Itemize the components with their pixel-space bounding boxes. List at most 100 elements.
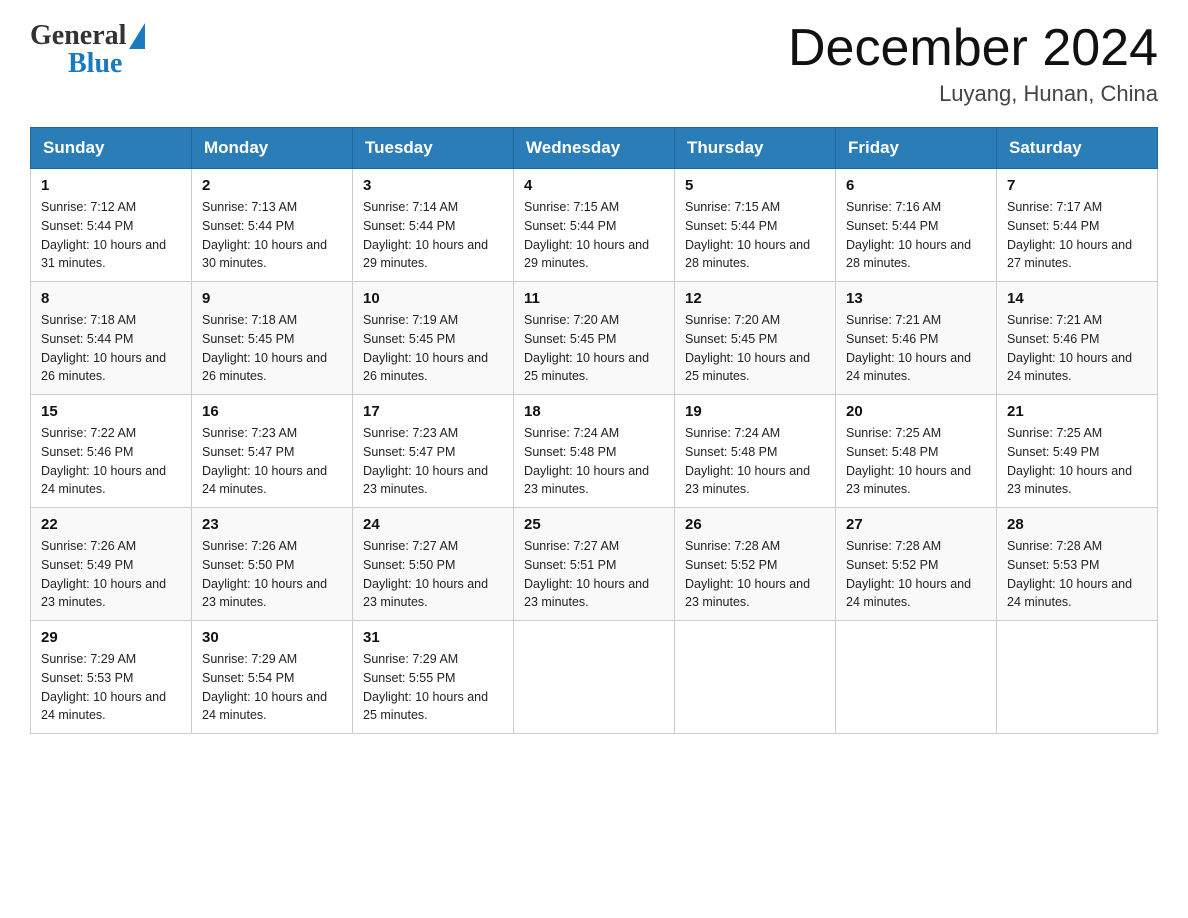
header-monday: Monday: [192, 128, 353, 169]
day-number: 3: [363, 177, 503, 194]
day-info: Sunrise: 7:13 AMSunset: 5:44 PMDaylight:…: [202, 198, 342, 273]
day-number: 5: [685, 177, 825, 194]
day-number: 23: [202, 516, 342, 533]
day-number: 25: [524, 516, 664, 533]
day-number: 7: [1007, 177, 1147, 194]
day-info: Sunrise: 7:28 AMSunset: 5:53 PMDaylight:…: [1007, 537, 1147, 612]
day-info: Sunrise: 7:25 AMSunset: 5:49 PMDaylight:…: [1007, 424, 1147, 499]
calendar-cell: 1 Sunrise: 7:12 AMSunset: 5:44 PMDaylight…: [31, 169, 192, 282]
calendar-cell: 9 Sunrise: 7:18 AMSunset: 5:45 PMDaylight…: [192, 282, 353, 395]
header-saturday: Saturday: [997, 128, 1158, 169]
day-number: 29: [41, 629, 181, 646]
day-info: Sunrise: 7:29 AMSunset: 5:54 PMDaylight:…: [202, 650, 342, 725]
day-info: Sunrise: 7:27 AMSunset: 5:50 PMDaylight:…: [363, 537, 503, 612]
calendar-cell: 20Sunrise: 7:25 AMSunset: 5:48 PMDayligh…: [836, 395, 997, 508]
day-number: 12: [685, 290, 825, 307]
day-number: 18: [524, 403, 664, 420]
day-number: 17: [363, 403, 503, 420]
day-number: 21: [1007, 403, 1147, 420]
week-row-2: 8 Sunrise: 7:18 AMSunset: 5:44 PMDaylight…: [31, 282, 1158, 395]
header-tuesday: Tuesday: [353, 128, 514, 169]
calendar-cell: 3 Sunrise: 7:14 AMSunset: 5:44 PMDaylight…: [353, 169, 514, 282]
day-info: Sunrise: 7:29 AMSunset: 5:53 PMDaylight:…: [41, 650, 181, 725]
week-row-4: 22 Sunrise: 7:26 AMSunset: 5:49 PMDayligh…: [31, 508, 1158, 621]
day-number: 16: [202, 403, 342, 420]
day-number: 8: [41, 290, 181, 307]
calendar-cell: 21 Sunrise: 7:25 AMSunset: 5:49 PMDayligh…: [997, 395, 1158, 508]
calendar-cell: 11Sunrise: 7:20 AMSunset: 5:45 PMDayligh…: [514, 282, 675, 395]
calendar-cell: 15 Sunrise: 7:22 AMSunset: 5:46 PMDayligh…: [31, 395, 192, 508]
header-friday: Friday: [836, 128, 997, 169]
day-info: Sunrise: 7:28 AMSunset: 5:52 PMDaylight:…: [846, 537, 986, 612]
calendar-cell: 22 Sunrise: 7:26 AMSunset: 5:49 PMDayligh…: [31, 508, 192, 621]
header-thursday: Thursday: [675, 128, 836, 169]
week-row-3: 15 Sunrise: 7:22 AMSunset: 5:46 PMDayligh…: [31, 395, 1158, 508]
calendar-cell: 17 Sunrise: 7:23 AMSunset: 5:47 PMDayligh…: [353, 395, 514, 508]
day-number: 31: [363, 629, 503, 646]
weekday-header-row: Sunday Monday Tuesday Wednesday Thursday…: [31, 128, 1158, 169]
title-area: December 2024 Luyang, Hunan, China: [788, 20, 1158, 107]
calendar-cell: 25 Sunrise: 7:27 AMSunset: 5:51 PMDayligh…: [514, 508, 675, 621]
calendar-cell: 27 Sunrise: 7:28 AMSunset: 5:52 PMDayligh…: [836, 508, 997, 621]
logo: General Blue: [30, 20, 145, 80]
calendar-cell: 29 Sunrise: 7:29 AMSunset: 5:53 PMDayligh…: [31, 621, 192, 734]
day-number: 11: [524, 290, 664, 307]
day-number: 19: [685, 403, 825, 420]
logo-arrow-icon: [129, 23, 145, 49]
calendar-cell: 14 Sunrise: 7:21 AMSunset: 5:46 PMDayligh…: [997, 282, 1158, 395]
calendar-cell: 18 Sunrise: 7:24 AMSunset: 5:48 PMDayligh…: [514, 395, 675, 508]
calendar-cell: 19Sunrise: 7:24 AMSunset: 5:48 PMDayligh…: [675, 395, 836, 508]
week-row-5: 29 Sunrise: 7:29 AMSunset: 5:53 PMDayligh…: [31, 621, 1158, 734]
day-info: Sunrise: 7:19 AMSunset: 5:45 PMDaylight:…: [363, 311, 503, 386]
day-number: 15: [41, 403, 181, 420]
calendar-cell: 26 Sunrise: 7:28 AMSunset: 5:52 PMDayligh…: [675, 508, 836, 621]
calendar-cell: 7Sunrise: 7:17 AMSunset: 5:44 PMDaylight…: [997, 169, 1158, 282]
day-number: 14: [1007, 290, 1147, 307]
day-info: Sunrise: 7:21 AMSunset: 5:46 PMDaylight:…: [846, 311, 986, 386]
calendar-cell: 30 Sunrise: 7:29 AMSunset: 5:54 PMDayligh…: [192, 621, 353, 734]
day-number: 26: [685, 516, 825, 533]
day-info: Sunrise: 7:23 AMSunset: 5:47 PMDaylight:…: [363, 424, 503, 499]
calendar-cell: 13 Sunrise: 7:21 AMSunset: 5:46 PMDayligh…: [836, 282, 997, 395]
day-number: 27: [846, 516, 986, 533]
calendar-cell: 6Sunrise: 7:16 AMSunset: 5:44 PMDaylight…: [836, 169, 997, 282]
day-info: Sunrise: 7:18 AMSunset: 5:45 PMDaylight:…: [202, 311, 342, 386]
day-number: 28: [1007, 516, 1147, 533]
page-header: General Blue December 2024 Luyang, Hunan…: [30, 20, 1158, 107]
calendar-cell: [997, 621, 1158, 734]
day-number: 2: [202, 177, 342, 194]
calendar-cell: 12Sunrise: 7:20 AMSunset: 5:45 PMDayligh…: [675, 282, 836, 395]
day-info: Sunrise: 7:21 AMSunset: 5:46 PMDaylight:…: [1007, 311, 1147, 386]
day-number: 6: [846, 177, 986, 194]
calendar-cell: 24Sunrise: 7:27 AMSunset: 5:50 PMDayligh…: [353, 508, 514, 621]
week-row-1: 1 Sunrise: 7:12 AMSunset: 5:44 PMDaylight…: [31, 169, 1158, 282]
calendar-cell: [675, 621, 836, 734]
day-number: 9: [202, 290, 342, 307]
day-number: 10: [363, 290, 503, 307]
day-info: Sunrise: 7:25 AMSunset: 5:48 PMDaylight:…: [846, 424, 986, 499]
day-number: 30: [202, 629, 342, 646]
logo-blue-text: Blue: [68, 48, 122, 80]
day-number: 1: [41, 177, 181, 194]
day-info: Sunrise: 7:14 AMSunset: 5:44 PMDaylight:…: [363, 198, 503, 273]
day-info: Sunrise: 7:23 AMSunset: 5:47 PMDaylight:…: [202, 424, 342, 499]
day-number: 4: [524, 177, 664, 194]
day-number: 22: [41, 516, 181, 533]
calendar-cell: 31Sunrise: 7:29 AMSunset: 5:55 PMDayligh…: [353, 621, 514, 734]
day-info: Sunrise: 7:26 AMSunset: 5:50 PMDaylight:…: [202, 537, 342, 612]
day-info: Sunrise: 7:28 AMSunset: 5:52 PMDaylight:…: [685, 537, 825, 612]
header-sunday: Sunday: [31, 128, 192, 169]
calendar-cell: [514, 621, 675, 734]
calendar-cell: 23 Sunrise: 7:26 AMSunset: 5:50 PMDayligh…: [192, 508, 353, 621]
calendar-cell: 28 Sunrise: 7:28 AMSunset: 5:53 PMDayligh…: [997, 508, 1158, 621]
month-title: December 2024: [788, 20, 1158, 77]
day-info: Sunrise: 7:12 AMSunset: 5:44 PMDaylight:…: [41, 198, 181, 273]
day-info: Sunrise: 7:26 AMSunset: 5:49 PMDaylight:…: [41, 537, 181, 612]
day-info: Sunrise: 7:15 AMSunset: 5:44 PMDaylight:…: [524, 198, 664, 273]
day-number: 13: [846, 290, 986, 307]
day-info: Sunrise: 7:22 AMSunset: 5:46 PMDaylight:…: [41, 424, 181, 499]
calendar-cell: [836, 621, 997, 734]
day-info: Sunrise: 7:24 AMSunset: 5:48 PMDaylight:…: [524, 424, 664, 499]
day-info: Sunrise: 7:18 AMSunset: 5:44 PMDaylight:…: [41, 311, 181, 386]
day-info: Sunrise: 7:27 AMSunset: 5:51 PMDaylight:…: [524, 537, 664, 612]
